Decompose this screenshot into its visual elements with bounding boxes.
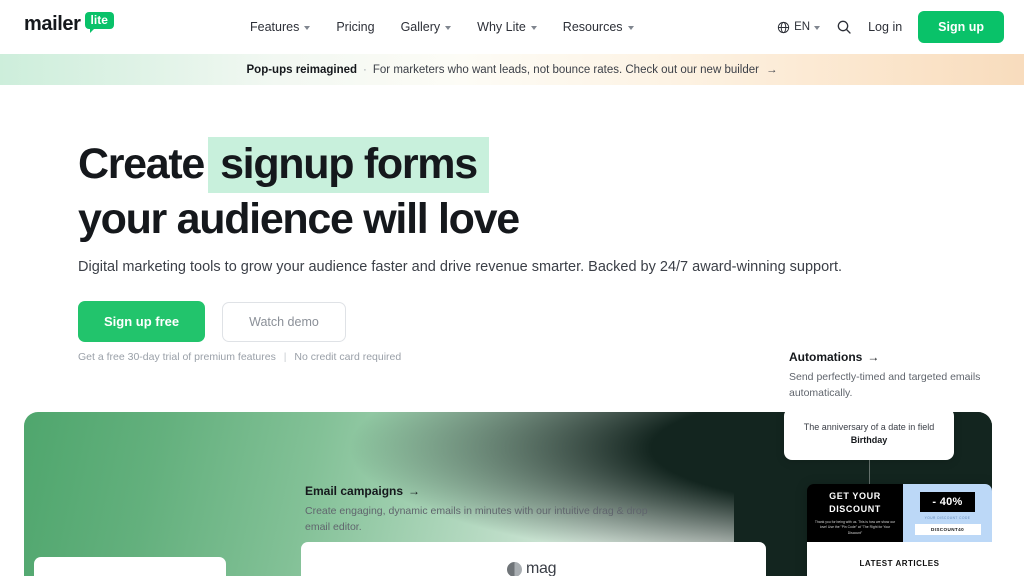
hero-subheading: Digital marketing tools to grow your aud… — [78, 259, 843, 275]
tooltip-content: The anniversary of a date in field Birth… — [784, 421, 954, 448]
logo-wordmark: mailer — [24, 13, 81, 35]
main-nav-menu: Features Pricing Gallery Why Lite Resour… — [250, 0, 634, 54]
showcase-card-center: mag — [301, 542, 766, 576]
logo-lite-badge: lite — [84, 12, 114, 33]
watch-demo-button[interactable]: Watch demo — [222, 301, 346, 342]
email-campaigns-title: Email campaigns — [305, 484, 404, 498]
hero-cta-row: Sign up free Watch demo — [78, 301, 346, 342]
announcement-headline: Pop-ups reimagined — [246, 63, 358, 76]
nav-item-features[interactable]: Features — [250, 20, 311, 34]
nav-item-why-lite[interactable]: Why Lite — [477, 20, 537, 34]
email-mock-heading: GET YOUR DISCOUNT — [829, 490, 881, 516]
mag-logo-text: mag — [526, 560, 557, 576]
nav-label-features: Features — [250, 20, 300, 34]
product-showcase-panel: Email campaigns → Create engaging, dynami… — [24, 412, 992, 576]
nav-label-why-lite: Why Lite — [477, 20, 526, 34]
feature-automations[interactable]: Automations → Send perfectly-timed and ta… — [789, 350, 989, 402]
automations-title-row[interactable]: Automations → — [789, 350, 989, 364]
nav-item-gallery[interactable]: Gallery — [401, 20, 452, 34]
discount-code-value: DISCOUNT40 — [914, 523, 981, 535]
nav-item-resources[interactable]: Resources — [563, 20, 634, 34]
feature-email-campaigns[interactable]: Email campaigns → Create engaging, dynami… — [305, 484, 650, 536]
search-button[interactable] — [836, 19, 852, 35]
email-mock-body-text: Thank you for being with us. This is how… — [814, 520, 896, 535]
showcase-card-left — [34, 557, 226, 576]
chevron-down-icon — [445, 25, 452, 30]
automations-description: Send perfectly-timed and targeted emails… — [789, 371, 981, 399]
hero-fineprint: Get a free 30-day trial of premium featu… — [78, 351, 401, 363]
tooltip-text-main: The anniversary of a date in field — [803, 421, 935, 432]
discount-badge: - 40% — [920, 491, 975, 512]
headline-highlight: signup forms — [208, 137, 489, 193]
announcement-separator: · — [363, 63, 367, 76]
signup-button[interactable]: Sign up — [918, 11, 1004, 43]
page-title: Create signup forms your audience will lo… — [78, 137, 520, 246]
arrow-right-icon: → — [867, 350, 880, 364]
search-icon — [837, 20, 851, 34]
arrow-right-icon: → — [765, 63, 778, 76]
language-selector[interactable]: EN — [777, 21, 821, 34]
chevron-down-icon — [627, 25, 634, 30]
tooltip-connector-line — [869, 460, 870, 484]
top-navbar: mailer lite Features Pricing Gallery Why… — [0, 0, 1024, 54]
mag-circle-icon — [507, 561, 522, 576]
email-mock-heading-line1: GET YOUR — [829, 491, 881, 502]
nav-item-pricing[interactable]: Pricing — [336, 20, 374, 34]
announcement-bar[interactable]: Pop-ups reimagined · For marketers who w… — [0, 54, 1024, 85]
headline-part-1: Create — [78, 140, 205, 188]
language-label: EN — [794, 21, 811, 33]
nav-right-group: EN Log in Sign up — [777, 0, 1004, 54]
fineprint-nocard: No credit card required — [294, 351, 402, 363]
nav-label-pricing: Pricing — [336, 20, 375, 34]
arrow-right-icon: → — [408, 484, 421, 498]
chevron-down-icon — [814, 25, 821, 30]
discount-code-label: YOUR DISCOUNT CODE — [924, 515, 971, 520]
announcement-text: For marketers who want leads, not bounce… — [372, 63, 759, 76]
mag-logo: mag — [507, 560, 557, 576]
email-mock-bottom-panel: LATEST ARTICLES — [807, 542, 992, 576]
birthday-tooltip-card: The anniversary of a date in field Birth… — [784, 412, 954, 460]
automations-title: Automations — [789, 350, 863, 364]
email-mock-heading-line2: DISCOUNT — [829, 504, 881, 515]
email-mock-black-panel: GET YOUR DISCOUNT Thank you for being wi… — [807, 484, 903, 542]
login-link[interactable]: Log in — [868, 20, 902, 34]
chevron-down-icon — [304, 25, 311, 30]
signup-free-button[interactable]: Sign up free — [78, 301, 206, 342]
mailerlite-logo[interactable]: mailer lite — [24, 12, 114, 35]
nav-label-resources: Resources — [562, 20, 623, 34]
fineprint-trial: Get a free 30-day trial of premium featu… — [78, 351, 276, 363]
email-preview-mockup: GET YOUR DISCOUNT Thank you for being wi… — [807, 484, 992, 576]
page-root: mailer lite Features Pricing Gallery Why… — [0, 0, 1024, 576]
latest-articles-title: LATEST ARTICLES — [859, 558, 940, 568]
headline-line-2: your audience will love — [78, 194, 520, 243]
email-campaigns-title-row[interactable]: Email campaigns → — [305, 484, 650, 498]
tooltip-field-name: Birthday — [850, 435, 888, 445]
email-mock-top: GET YOUR DISCOUNT Thank you for being wi… — [807, 484, 992, 542]
globe-icon — [777, 21, 790, 33]
email-campaigns-description: Create engaging, dynamic emails in minut… — [305, 505, 648, 533]
email-mock-blue-panel: - 40% YOUR DISCOUNT CODE DISCOUNT40 — [903, 484, 992, 542]
chevron-down-icon — [530, 25, 537, 30]
nav-label-gallery: Gallery — [400, 20, 441, 34]
fineprint-divider: | — [283, 351, 287, 363]
